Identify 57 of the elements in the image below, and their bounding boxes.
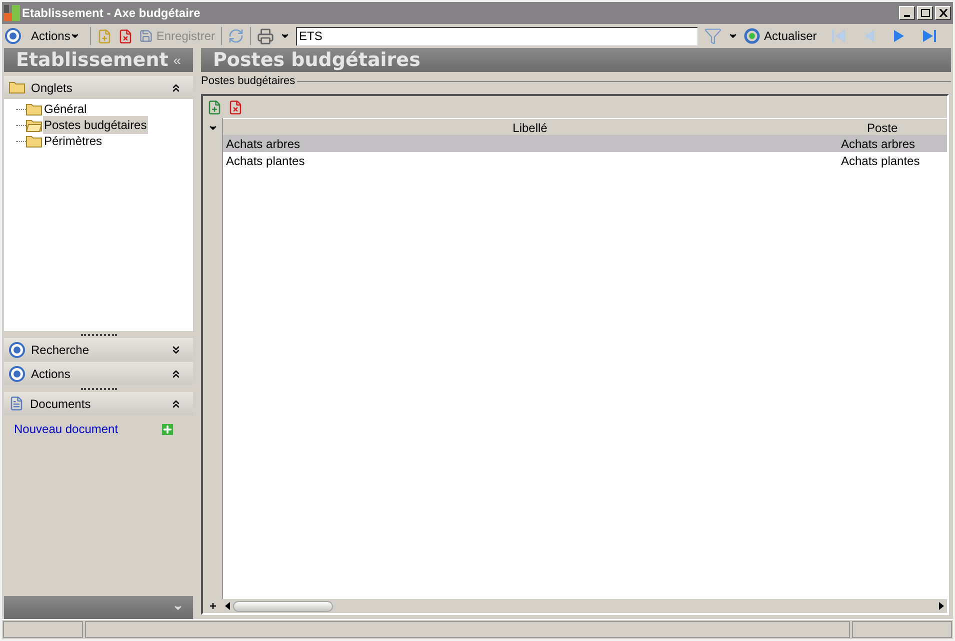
expand-icon[interactable] (170, 344, 182, 356)
column-header[interactable]: Poste (837, 119, 947, 135)
target-icon (9, 342, 25, 358)
close-icon (938, 9, 948, 17)
new-document-link[interactable]: Nouveau document (14, 420, 162, 438)
refresh-button[interactable]: Actualiser (744, 27, 817, 45)
section-header[interactable]: Documents (4, 392, 193, 415)
target-icon (5, 28, 21, 44)
tree-item[interactable]: Général (43, 100, 88, 118)
table-cell-text: Achats arbres (840, 136, 916, 152)
folder-icon (9, 81, 25, 94)
caret-icon[interactable] (280, 31, 290, 41)
add-row-icon[interactable] (207, 100, 222, 114)
add-icon[interactable] (162, 424, 173, 434)
table-cell-text: Achats arbres (225, 136, 302, 152)
section-title: Documents (30, 396, 92, 412)
open-folder-icon (26, 118, 42, 132)
group-label: Postes budgétaires (201, 74, 296, 89)
section-header[interactable]: Onglets (4, 76, 193, 99)
minimize-button[interactable] (899, 6, 915, 20)
refresh-icon (744, 28, 760, 44)
maximize-button[interactable] (917, 6, 933, 20)
search-field[interactable]: ETS (296, 26, 698, 46)
caret-icon[interactable] (208, 123, 218, 133)
caret-icon (70, 31, 80, 41)
column-header[interactable]: Libellé (223, 119, 837, 135)
folder-icon (26, 134, 42, 148)
maximize-icon (920, 9, 930, 17)
section-title: Recherche (31, 342, 90, 358)
section-header[interactable]: Actions (4, 362, 193, 385)
target-icon (9, 366, 25, 382)
table-cell-text: Achats plantes (840, 152, 921, 170)
delete-row-icon[interactable] (228, 100, 243, 114)
table-row[interactable]: Achats arbres Achats arbres (223, 135, 947, 152)
section-title: Onglets (31, 80, 74, 96)
collapse-icon[interactable] (170, 368, 182, 380)
page-title: Postes budgétaires (213, 48, 420, 73)
delete-file-icon[interactable] (118, 28, 134, 44)
last-record-icon[interactable] (920, 29, 937, 43)
window-title: Etablissement - Axe budgétaire (22, 5, 202, 22)
actions-menu-button[interactable]: Actions (27, 27, 84, 45)
save-icon (139, 29, 154, 43)
collapse-icon[interactable] (170, 82, 182, 94)
document-icon (9, 396, 24, 411)
table-cell-text: Achats plantes (225, 152, 306, 170)
section-title: Actions (31, 366, 72, 382)
caret-icon[interactable] (728, 31, 738, 41)
add-row-button[interactable]: + (203, 600, 223, 612)
tree-item[interactable]: Postes budgétaires (43, 116, 148, 134)
collapse-icon[interactable] (170, 398, 182, 410)
section-header[interactable]: Recherche (4, 338, 193, 361)
app-logo-icon (4, 5, 20, 21)
folder-icon (26, 102, 42, 116)
sidebar-title: Etablissement (16, 48, 170, 73)
print-icon[interactable] (257, 28, 274, 44)
close-button[interactable] (935, 6, 951, 20)
tree-item[interactable]: Périmètres (43, 132, 104, 150)
